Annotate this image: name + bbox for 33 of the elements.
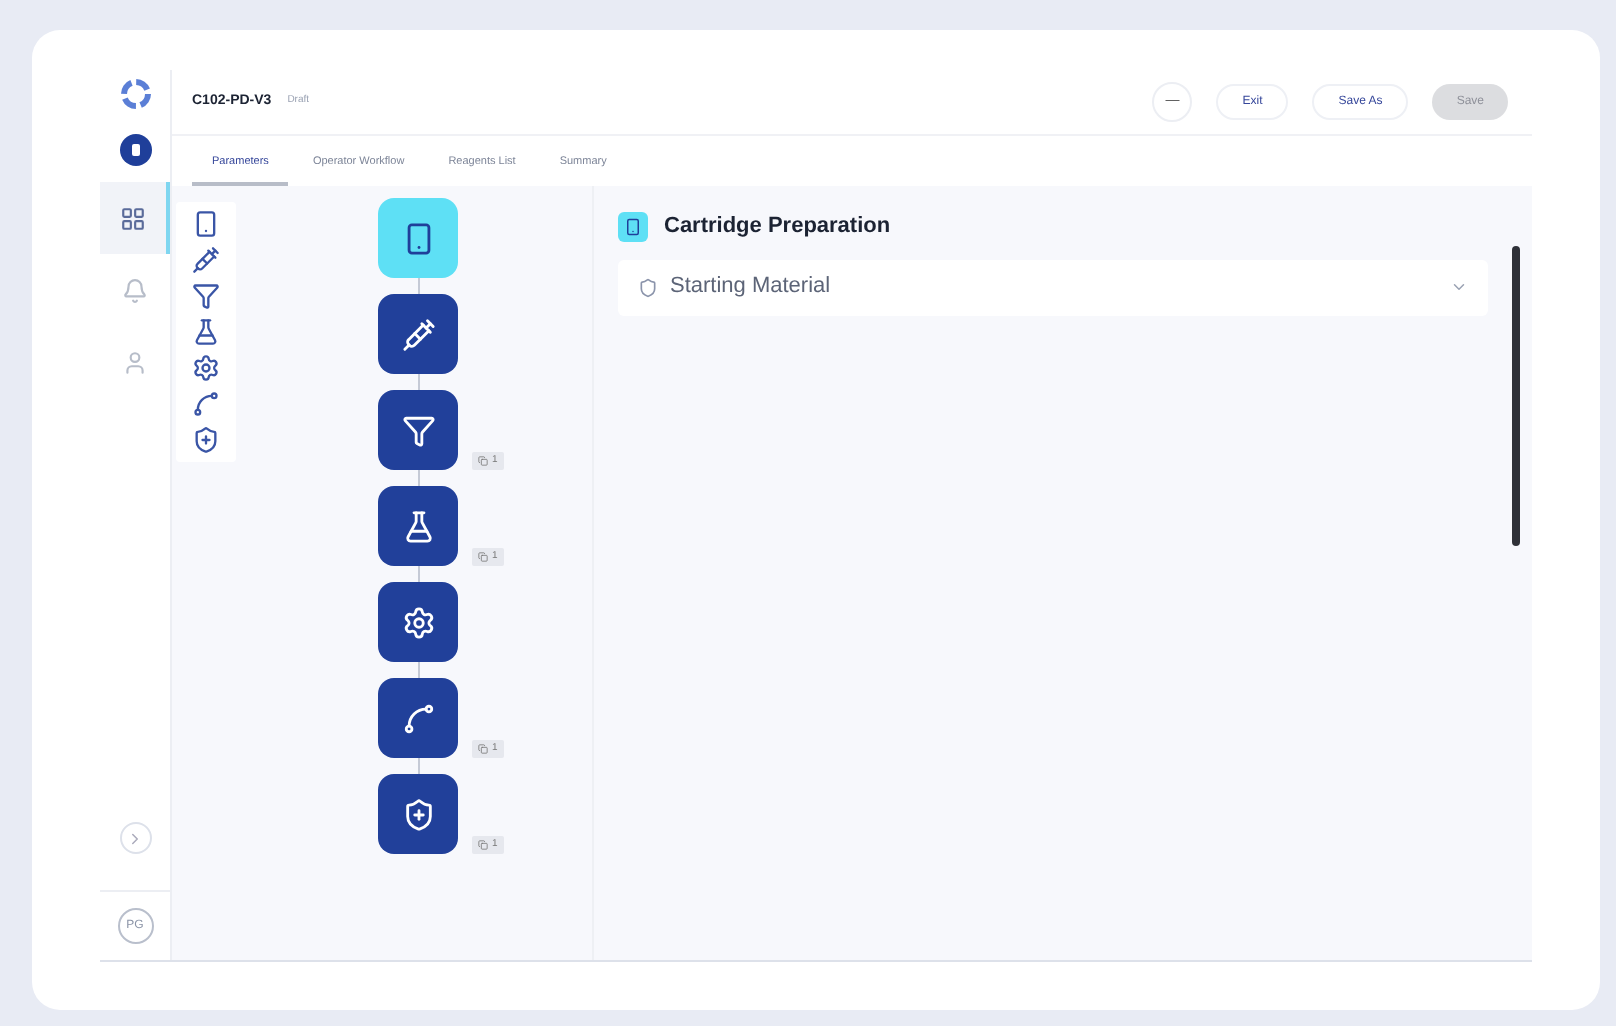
bell-icon [122,277,148,303]
flask-icon[interactable] [192,318,220,346]
grid-icon [120,205,146,231]
shield-icon [638,277,658,297]
step-tile[interactable] [378,198,458,278]
syringe-icon [401,317,435,351]
gear-icon [401,605,435,639]
rail-item[interactable] [100,182,170,254]
shield-icon[interactable] [192,426,220,454]
step-tile[interactable] [378,294,458,374]
gear-icon[interactable] [192,354,220,382]
chevron-down-icon [1450,278,1468,296]
tablet-icon[interactable] [192,210,220,238]
syringe-icon[interactable] [192,246,220,274]
curve-icon [401,701,435,735]
curve-icon[interactable] [192,390,220,418]
logo-icon [119,78,151,110]
section-dropdown[interactable]: Starting Material [618,259,1488,315]
step-tile[interactable] [378,486,458,566]
cartridge-icon [618,211,648,242]
scrollbar[interactable] [1512,246,1520,546]
step-tile[interactable] [378,390,458,470]
filter-icon[interactable] [192,282,220,310]
chevron-right-icon [126,829,144,847]
app-badge-icon [119,134,151,166]
flask-icon [401,509,435,543]
step-tile[interactable] [378,678,458,758]
shield-icon [401,797,435,831]
filter-icon [401,413,435,447]
user-icon [122,349,148,375]
step-tile[interactable] [378,774,458,854]
step-tile[interactable] [378,582,458,662]
panel-title: Cartridge Preparation [664,212,891,242]
